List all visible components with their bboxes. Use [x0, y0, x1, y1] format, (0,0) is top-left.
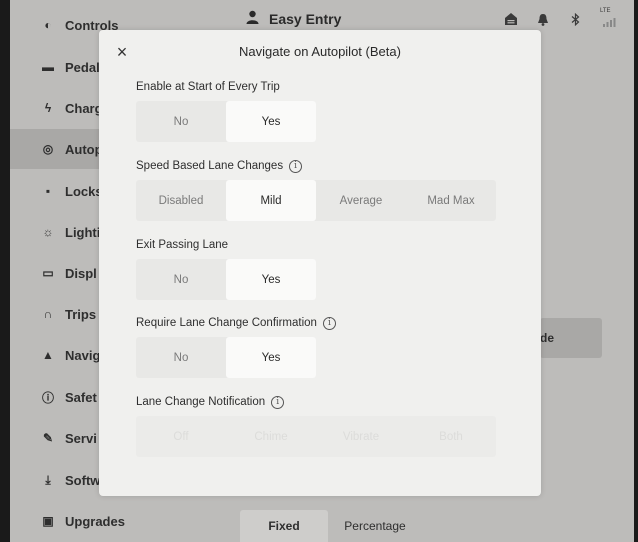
percentage-option-label: Percentage [344, 519, 406, 533]
background-button-label: de [540, 331, 555, 345]
status-bar: LTE [504, 8, 618, 27]
bell-icon[interactable] [536, 12, 550, 26]
person-icon [246, 10, 259, 27]
garage-icon[interactable] [504, 12, 518, 26]
option-no[interactable]: No [136, 101, 226, 142]
lte-signal-icon: LTE [600, 8, 618, 27]
screen: ◐ Controls ▬ Pedal ϟ Charg ◎ Autop ▪ Loc… [10, 0, 634, 542]
bluetooth-icon[interactable] [568, 12, 582, 26]
option-both: Both [439, 430, 463, 443]
toggle-icon: ◐ [44, 18, 52, 32]
bag-icon: ▣ [42, 514, 54, 528]
speed-based-lane-changes-section: Speed Based Lane Changes i Disabled Mild… [136, 159, 496, 221]
option-disabled[interactable]: Disabled [136, 180, 226, 221]
profile-name: Easy Entry [269, 10, 342, 27]
section-label: Require Lane Change Confirmation i [136, 316, 336, 330]
lock-icon: ▪ [45, 184, 51, 198]
sidebar-item-label: Lighti [65, 224, 101, 240]
percentage-option[interactable]: Percentage [328, 510, 422, 542]
sidebar-item-label: Servi [65, 430, 97, 446]
option-mild[interactable]: Mild [226, 180, 316, 221]
autopilot-modal: × Navigate on Autopilot (Beta) Enable at… [99, 30, 541, 496]
sidebar-item-label: Displ [65, 265, 97, 281]
exit-passing-lane-section: Exit Passing Lane No Yes [136, 238, 316, 300]
steering-wheel-icon: ◎ [42, 142, 54, 156]
sidebar-item-label: Softw [65, 472, 101, 488]
section-label: Lane Change Notification i [136, 395, 496, 409]
sidebar-item-label: Trips [65, 306, 97, 322]
section-label-text: Enable at Start of Every Trip [136, 81, 280, 93]
sidebar-item-label: Upgrades [65, 513, 125, 529]
option-yes[interactable]: Yes [226, 101, 316, 142]
sidebar-item-label: Autop [65, 141, 103, 157]
safety-icon: ⓘ [41, 390, 54, 405]
background-button[interactable]: de [540, 318, 602, 358]
option-vibrate: Vibrate [342, 430, 380, 443]
info-icon[interactable]: i [289, 159, 303, 173]
sidebar-item-label: Locks [65, 183, 103, 199]
section-label: Enable at Start of Every Trip [136, 80, 316, 94]
sun-icon: ☼ [42, 225, 54, 239]
section-label: Exit Passing Lane [136, 238, 316, 252]
display-icon: ▭ [42, 266, 54, 280]
car-icon: ▬ [42, 60, 54, 74]
require-lane-change-confirmation-section: Require Lane Change Confirmation i No Ye… [136, 316, 336, 378]
section-label-text: Exit Passing Lane [136, 239, 229, 251]
navigation-icon: ▲ [42, 348, 54, 362]
sidebar-item-label: Safet [65, 389, 97, 405]
fixed-option-label: Fixed [268, 519, 300, 533]
lane-change-notification-selector: Off Chime Vibrate Both [136, 416, 496, 457]
modal-title: Navigate on Autopilot (Beta) [239, 44, 401, 59]
sidebar-item-label: Navig [65, 347, 101, 363]
profile-button[interactable]: Easy Entry [246, 10, 341, 27]
option-no[interactable]: No [136, 337, 226, 378]
wrench-icon: ✎ [42, 431, 54, 445]
require-lane-change-confirmation-selector: No Yes [136, 337, 316, 378]
trips-icon: ∩ [43, 307, 53, 321]
download-icon: ⤓ [45, 472, 51, 487]
option-yes[interactable]: Yes [226, 337, 316, 378]
option-off: Off [173, 430, 189, 443]
section-label-text: Lane Change Notification [136, 396, 266, 408]
option-mad-max[interactable]: Mad Max [406, 180, 496, 221]
speed-based-lane-changes-selector: Disabled Mild Average Mad Max [136, 180, 496, 221]
option-no[interactable]: No [136, 259, 226, 300]
bolt-icon: ϟ [44, 101, 52, 115]
info-icon[interactable]: i [271, 395, 285, 409]
exit-passing-lane-selector: No Yes [136, 259, 316, 300]
section-label-text: Require Lane Change Confirmation [136, 317, 317, 329]
option-chime: Chime [254, 430, 288, 443]
sidebar-item-label: Pedal [65, 59, 100, 75]
lane-change-notification-section: Lane Change Notification i Off Chime Vib… [136, 395, 496, 457]
info-icon[interactable]: i [322, 316, 336, 330]
enable-at-start-section: Enable at Start of Every Trip No Yes [136, 80, 316, 142]
fixed-option[interactable]: Fixed [240, 510, 328, 542]
enable-at-start-selector: No Yes [136, 101, 316, 142]
section-label: Speed Based Lane Changes i [136, 159, 496, 173]
sidebar-item-upgrades[interactable]: ▣ Upgrades [10, 501, 140, 541]
option-yes[interactable]: Yes [226, 259, 316, 300]
sidebar-item-label: Charg [65, 100, 103, 116]
section-label-text: Speed Based Lane Changes [136, 160, 284, 172]
lte-label: LTE [600, 8, 611, 14]
option-average[interactable]: Average [316, 180, 406, 221]
